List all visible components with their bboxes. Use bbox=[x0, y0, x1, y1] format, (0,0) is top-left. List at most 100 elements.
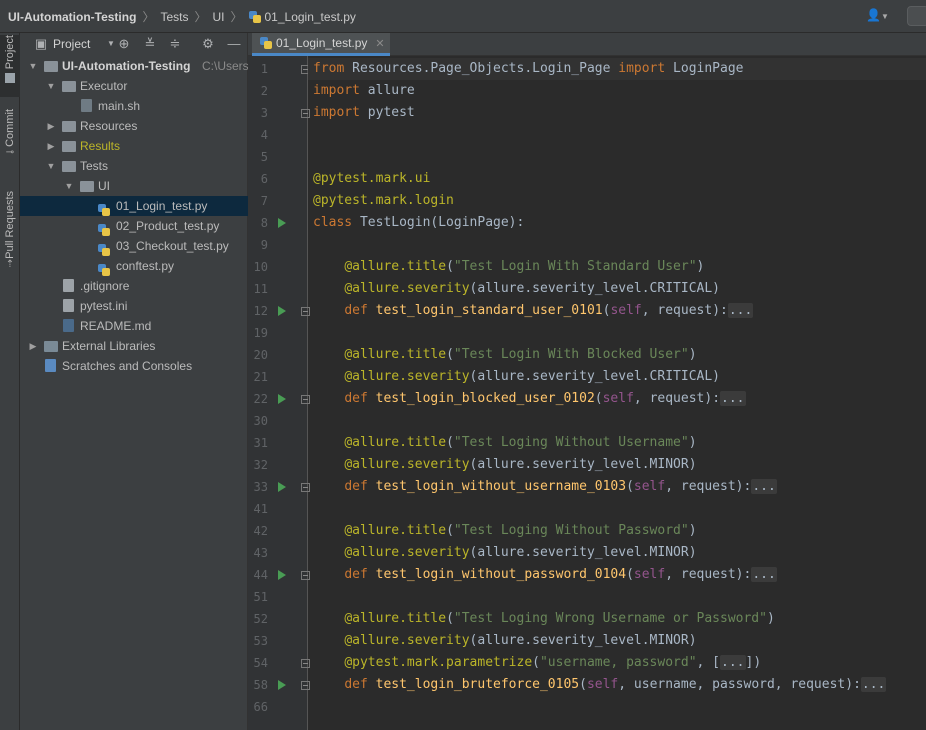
tool-tab-commit[interactable]: Commit ⊸ bbox=[0, 109, 20, 169]
collapsed-code-placeholder[interactable]: ... bbox=[860, 677, 887, 692]
chevron-right-icon[interactable]: ▶ bbox=[28, 336, 38, 356]
expand-all-icon[interactable]: ≚ bbox=[143, 37, 157, 51]
code-area[interactable]: from Resources.Page_Objects.Login_Page i… bbox=[308, 56, 926, 730]
tool-tab-pull-requests[interactable]: Pull Requests ⇡ bbox=[0, 191, 20, 281]
tree-item[interactable]: ▶ Resources bbox=[20, 116, 248, 136]
commit-icon: ⊸ bbox=[5, 146, 15, 158]
code-token: "username, password" bbox=[539, 655, 697, 670]
code-token: , username, password, request): bbox=[618, 677, 861, 692]
markdown-icon bbox=[62, 319, 76, 333]
code-token: def bbox=[344, 391, 368, 406]
tree-item[interactable]: ▼ UI-Automation-Testing C:\Users\ bbox=[20, 56, 248, 76]
tree-item-label: 01_Login_test.py bbox=[116, 199, 208, 213]
view-dropdown-icon[interactable]: ▼ bbox=[104, 37, 118, 51]
code-token: test_login_standard_user_0101 bbox=[375, 303, 603, 318]
chevron-down-icon[interactable]: ▼ bbox=[46, 156, 56, 176]
tree-item[interactable]: 01_Login_test.py bbox=[20, 196, 248, 216]
code-token: , request): bbox=[665, 567, 752, 582]
tree-item[interactable]: Scratches and Consoles bbox=[20, 356, 248, 376]
run-test-icon[interactable] bbox=[278, 680, 286, 690]
line-number: 22 bbox=[253, 392, 268, 406]
tree-item[interactable]: ▶ External Libraries bbox=[20, 336, 248, 356]
code-token: @allure.title bbox=[344, 347, 447, 362]
tool-tab-project[interactable]: Project bbox=[0, 35, 20, 97]
chevron-down-icon[interactable]: ▼ bbox=[46, 76, 56, 96]
code-token: test_login_blocked_user_0102 bbox=[375, 391, 595, 406]
user-dropdown-button[interactable]: 👤▼ bbox=[866, 8, 894, 26]
run-test-icon[interactable] bbox=[278, 394, 286, 404]
code-editor[interactable]: 1 2 3 4 5 6 7 8 9 10 11 12 19 20 21 22 30 31 32 33 41 42 43 44 5… bbox=[248, 56, 926, 730]
breadcrumb-project[interactable]: UI-Automation-Testing bbox=[8, 10, 136, 24]
breadcrumb-tests[interactable]: Tests bbox=[160, 10, 188, 24]
line-number: 32 bbox=[253, 458, 268, 472]
gear-icon[interactable]: ⚙ bbox=[201, 37, 215, 51]
code-token: ( bbox=[532, 655, 540, 670]
run-test-icon[interactable] bbox=[278, 218, 286, 228]
minimize-icon[interactable]: — bbox=[227, 37, 241, 51]
editor-tab-label: 01_Login_test.py bbox=[276, 36, 368, 50]
breadcrumb-file[interactable]: 01_Login_test.py bbox=[265, 10, 356, 24]
line-number: 1 bbox=[260, 62, 268, 76]
line-number: 21 bbox=[253, 370, 268, 384]
close-icon[interactable]: ✕ bbox=[375, 37, 384, 50]
breadcrumb: UI-Automation-Testing 〉 Tests 〉 UI 〉 01_… bbox=[8, 0, 356, 33]
line-number: 4 bbox=[260, 128, 268, 142]
line-number: 31 bbox=[253, 436, 268, 450]
tree-item[interactable]: conftest.py bbox=[20, 256, 248, 276]
code-line: def test_login_without_username_0103(sel… bbox=[313, 476, 777, 498]
chevron-down-icon[interactable]: ▼ bbox=[28, 56, 38, 76]
collapse-all-icon[interactable]: ≑ bbox=[168, 37, 182, 51]
locate-file-icon[interactable]: ⊕ bbox=[117, 37, 131, 51]
collapsed-code-placeholder[interactable]: ... bbox=[751, 567, 777, 582]
tree-item[interactable]: ▼ UI bbox=[20, 176, 248, 196]
tree-item[interactable]: ▼ Tests bbox=[20, 156, 248, 176]
collapsed-code-placeholder[interactable]: ... bbox=[751, 479, 777, 494]
tree-item[interactable]: 02_Product_test.py bbox=[20, 216, 248, 236]
code-token: @allure.severity bbox=[344, 633, 470, 648]
breadcrumb-ui[interactable]: UI bbox=[212, 10, 224, 24]
line-number: 19 bbox=[253, 326, 268, 340]
project-view-icon: ▣ bbox=[34, 36, 48, 51]
project-panel: ▣ Project ▼ ⊕ ≚ ≑ ⚙ — ▼ UI-Automation-Tes… bbox=[20, 33, 248, 730]
run-test-icon[interactable] bbox=[278, 482, 286, 492]
editor-tab-login-test[interactable]: 01_Login_test.py ✕ bbox=[252, 33, 390, 56]
user-icon: 👤 bbox=[866, 8, 881, 22]
breadcrumb-separator-icon: 〉 bbox=[142, 10, 155, 24]
collapsed-code-placeholder[interactable]: ... bbox=[720, 655, 746, 670]
run-configuration-button[interactable] bbox=[907, 6, 926, 26]
code-line: @allure.severity(allure.severity_level.M… bbox=[313, 542, 696, 564]
tree-item[interactable]: ▼ Executor bbox=[20, 76, 248, 96]
pull-request-icon: ⇡ bbox=[5, 258, 15, 270]
tree-item-label: Executor bbox=[80, 79, 128, 93]
tool-window-strip: Project Commit ⊸ Pull Requests ⇡ bbox=[0, 33, 20, 730]
tree-item[interactable]: README.md bbox=[20, 316, 248, 336]
code-line: @allure.title("Test Login With Standard … bbox=[313, 256, 704, 278]
project-panel-title[interactable]: Project bbox=[53, 37, 90, 51]
tree-item-label: .gitignore bbox=[80, 279, 130, 293]
chevron-down-icon[interactable]: ▼ bbox=[64, 176, 74, 196]
collapsed-code-placeholder[interactable]: ... bbox=[720, 391, 746, 406]
tree-item-label: conftest.py bbox=[116, 259, 175, 273]
tree-item[interactable]: pytest.ini bbox=[20, 296, 248, 316]
chevron-right-icon[interactable]: ▶ bbox=[46, 116, 56, 136]
chevron-right-icon[interactable]: ▶ bbox=[46, 136, 56, 156]
tree-item[interactable]: main.sh bbox=[20, 96, 248, 116]
line-number: 51 bbox=[253, 590, 268, 604]
collapsed-code-placeholder[interactable]: ... bbox=[727, 303, 754, 318]
tree-item-label: 02_Product_test.py bbox=[116, 219, 220, 233]
code-token: ( bbox=[446, 259, 454, 274]
tree-item[interactable]: 03_Checkout_test.py bbox=[20, 236, 248, 256]
tree-item[interactable]: .gitignore bbox=[20, 276, 248, 296]
tree-item[interactable]: ▶ Results bbox=[20, 136, 248, 156]
run-test-icon[interactable] bbox=[278, 570, 286, 580]
run-test-icon[interactable] bbox=[278, 306, 286, 316]
